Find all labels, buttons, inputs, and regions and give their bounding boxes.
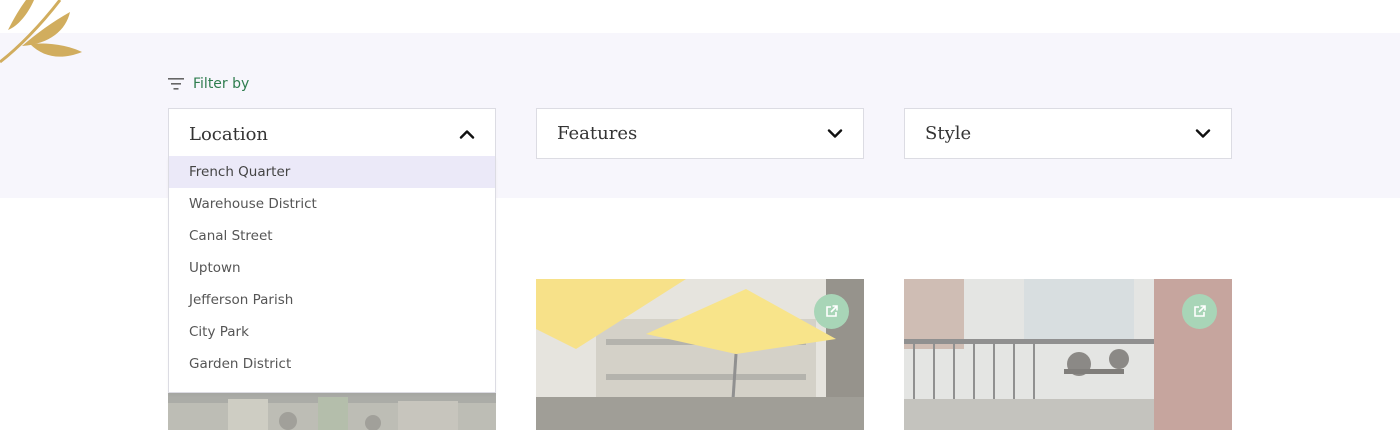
location-option-city-park[interactable]: City Park xyxy=(169,316,495,348)
filter-by-label: Filter by xyxy=(168,74,249,94)
location-select[interactable]: Location xyxy=(168,108,496,159)
location-option-warehouse-district[interactable]: Warehouse District xyxy=(169,188,495,220)
venue-card[interactable] xyxy=(168,393,496,430)
venue-card[interactable] xyxy=(904,279,1232,430)
chevron-up-icon xyxy=(459,130,475,139)
location-dropdown-list: French Quarter Warehouse District Canal … xyxy=(168,156,496,393)
chevron-down-icon xyxy=(1195,128,1211,138)
location-select-label: Location xyxy=(189,123,269,145)
filter-by-text: Filter by xyxy=(193,76,250,92)
location-option-garden-district[interactable]: Garden District xyxy=(169,348,495,380)
venue-card[interactable] xyxy=(536,279,864,430)
features-select-label: Features xyxy=(557,123,638,144)
style-select[interactable]: Style xyxy=(904,108,1232,159)
external-link-icon xyxy=(826,305,838,317)
filter-icon xyxy=(168,78,184,90)
location-option-french-quarter[interactable]: French Quarter xyxy=(169,156,495,188)
external-link-icon xyxy=(1194,305,1206,317)
location-option-jefferson-parish[interactable]: Jefferson Parish xyxy=(169,284,495,316)
leaf-decoration-icon xyxy=(0,0,82,64)
chevron-down-icon xyxy=(827,128,843,138)
location-option-uptown[interactable]: Uptown xyxy=(169,252,495,284)
external-link-button[interactable] xyxy=(1182,294,1217,329)
features-select[interactable]: Features xyxy=(536,108,864,159)
style-select-label: Style xyxy=(925,123,972,144)
location-option-canal-street[interactable]: Canal Street xyxy=(169,220,495,252)
external-link-button[interactable] xyxy=(814,294,849,329)
